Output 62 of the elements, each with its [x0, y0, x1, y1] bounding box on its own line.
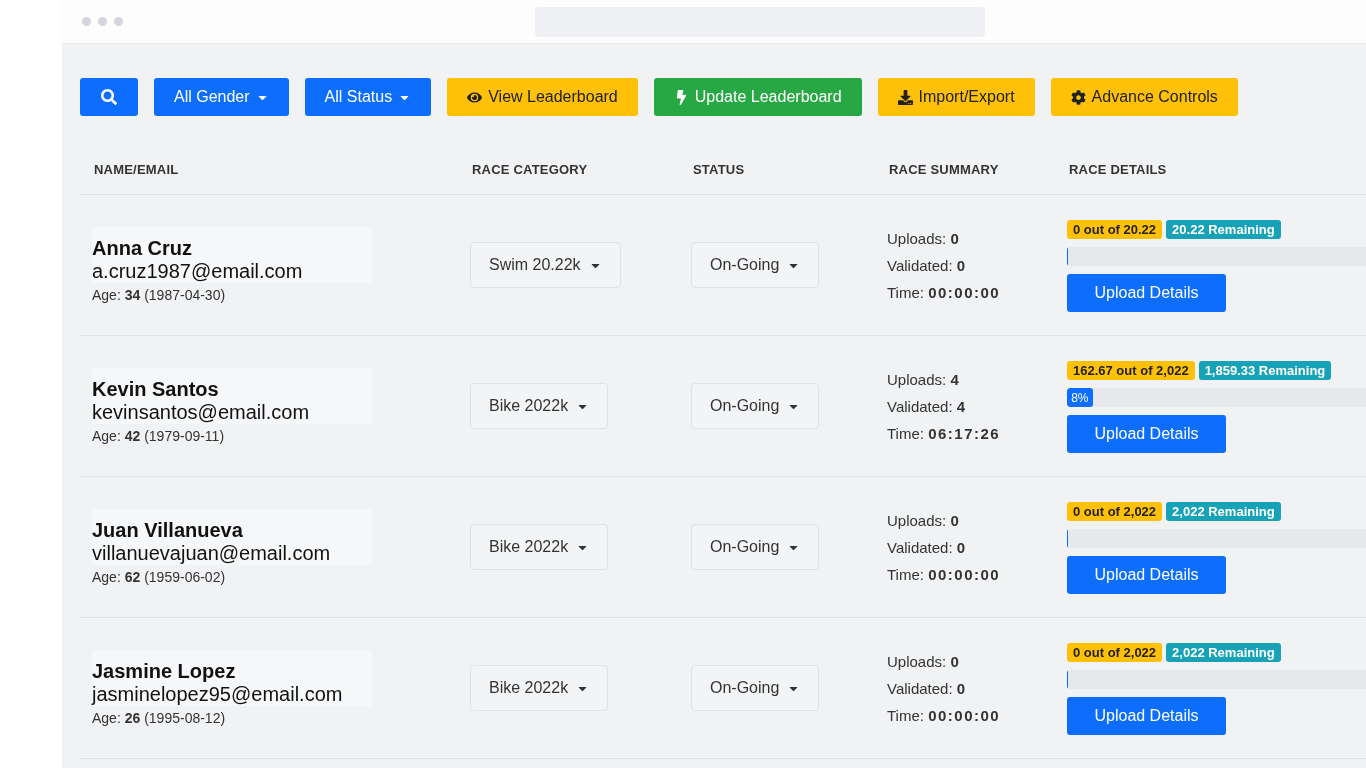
participant-age: Age: 42 (1979-09-11)	[92, 428, 226, 444]
progress-badge: 0 out of 2,022	[1067, 643, 1163, 662]
participant-name: Jasmine Lopez	[92, 660, 237, 683]
column-header: RACE SUMMARY	[889, 162, 1000, 177]
uploads-count: Uploads: 4	[887, 370, 962, 388]
participant-email: kevinsantos@email.com	[92, 401, 311, 424]
settings-icon	[1070, 89, 1086, 105]
remaining-badge: 20.22 Remaining	[1166, 220, 1281, 239]
category-dropdown[interactable]: Swim 20.22k	[470, 242, 621, 288]
column-header: RACE CATEGORY	[472, 162, 589, 177]
remaining-badge: 2,022 Remaining	[1166, 643, 1281, 662]
progress-badge: 0 out of 2,022	[1067, 502, 1163, 521]
column-header: RACE DETAILS	[1069, 162, 1168, 177]
race-time: Time: 00:00:00	[887, 283, 1002, 301]
status-dropdown[interactable]: On-Going	[691, 524, 820, 570]
validated-count: Validated: 0	[887, 256, 968, 274]
upload-details-button[interactable]: Upload Details	[1067, 415, 1226, 453]
window-dot-icon	[98, 17, 107, 26]
participant-age: Age: 26 (1995-08-12)	[92, 710, 227, 726]
participant-age: Age: 62 (1959-06-02)	[92, 569, 227, 585]
uploads-count: Uploads: 0	[887, 511, 962, 529]
status-dropdown[interactable]: On-Going	[691, 242, 820, 288]
validated-count: Validated: 0	[887, 679, 968, 697]
participant-email: jasminelopez95@email.com	[92, 683, 344, 706]
category-dropdown[interactable]: Bike 2022k	[470, 383, 609, 429]
filter-dropdown[interactable]: All Gender	[154, 78, 289, 116]
remaining-badge: 2,022 Remaining	[1166, 502, 1281, 521]
validated-count: Validated: 4	[887, 397, 968, 415]
race-time: Time: 00:00:00	[887, 565, 1002, 583]
validated-count: Validated: 0	[887, 538, 968, 556]
search-icon	[101, 89, 117, 105]
column-header: STATUS	[693, 162, 746, 177]
participant-name: Anna Cruz	[92, 237, 193, 260]
category-dropdown[interactable]: Bike 2022k	[470, 665, 609, 711]
remaining-badge: 1,859.33 Remaining	[1198, 361, 1332, 380]
window-dot-icon	[114, 17, 123, 26]
race-time: Time: 00:00:00	[887, 706, 1002, 724]
action-button[interactable]: Advance Controls	[1050, 78, 1238, 116]
upload-details-button[interactable]: Upload Details	[1067, 274, 1226, 312]
window-dot-icon	[82, 17, 91, 26]
progress-badge: 162.67 out of 2,022	[1067, 361, 1195, 380]
action-button[interactable]: Import/Export	[877, 78, 1035, 116]
upload-details-button[interactable]: Upload Details	[1067, 697, 1226, 735]
race-time: Time: 06:17:26	[887, 424, 1002, 442]
participant-name: Kevin Santos	[92, 378, 220, 401]
action-button[interactable]: View Leaderboard	[447, 78, 638, 116]
participant-email: villanuevajuan@email.com	[92, 542, 332, 565]
status-dropdown[interactable]: On-Going	[691, 665, 820, 711]
participant-email: a.cruz1987@email.com	[92, 260, 304, 283]
category-dropdown[interactable]: Bike 2022k	[470, 524, 609, 570]
filter-dropdown[interactable]: All Status	[304, 78, 432, 116]
upload-details-button[interactable]: Upload Details	[1067, 556, 1226, 594]
participant-age: Age: 34 (1987-04-30)	[92, 287, 227, 303]
uploads-count: Uploads: 0	[887, 652, 962, 670]
participant-name: Juan Villanueva	[92, 519, 244, 542]
uploads-count: Uploads: 0	[887, 229, 962, 247]
search-button[interactable]	[80, 78, 138, 116]
status-dropdown[interactable]: On-Going	[691, 383, 820, 429]
column-header: NAME/EMAIL	[94, 162, 180, 177]
download-icon	[897, 89, 913, 105]
progress-fill: 8%	[1067, 388, 1093, 407]
progress-badge: 0 out of 20.22	[1067, 220, 1163, 239]
